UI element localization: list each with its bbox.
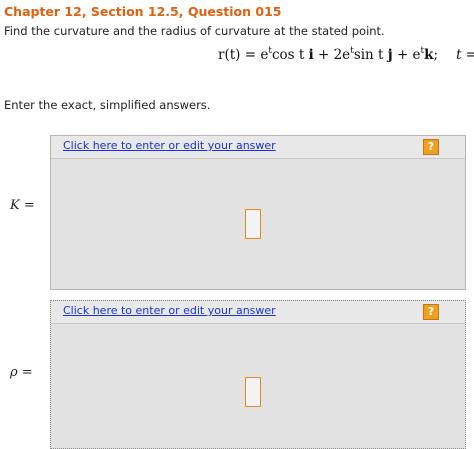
radius-answer-header: Click here to enter or edit your answer … (51, 301, 465, 324)
eq-unit-k: k (424, 47, 434, 63)
eq-point: t = 0 (456, 47, 474, 63)
question-prompt: Find the curvature and the radius of cur… (4, 24, 385, 38)
curvature-edit-link[interactable]: Click here to enter or edit your answer (63, 139, 276, 152)
radius-answer-box[interactable]: Click here to enter or edit your answer … (50, 300, 466, 449)
curvature-answer-box[interactable]: Click here to enter or edit your answer … (50, 135, 466, 290)
eq-plus1: + 2e (313, 47, 351, 63)
eq-plus2: + e (392, 47, 421, 63)
instructions: Enter the exact, simplified answers. (4, 98, 211, 112)
radius-input-slot[interactable] (245, 377, 261, 407)
help-icon[interactable]: ? (423, 139, 439, 155)
equation: r(t) = etcos t i + 2etsin t j + etk;t = … (218, 46, 474, 63)
eq-term1-rest: cos t (271, 47, 309, 63)
question-title: Chapter 12, Section 12.5, Question 015 (4, 4, 282, 19)
radius-edit-link[interactable]: Click here to enter or edit your answer (63, 304, 276, 317)
curvature-input-slot[interactable] (245, 209, 261, 239)
help-icon[interactable]: ? (423, 304, 439, 320)
radius-label: ρ = (10, 365, 33, 380)
curvature-answer-header: Click here to enter or edit your answer … (51, 136, 465, 159)
equation-lhs: r(t) = (218, 47, 261, 63)
curvature-label: K = (10, 198, 35, 213)
eq-semicolon: ; (433, 47, 439, 63)
eq-term2-rest: sin t (353, 47, 388, 63)
